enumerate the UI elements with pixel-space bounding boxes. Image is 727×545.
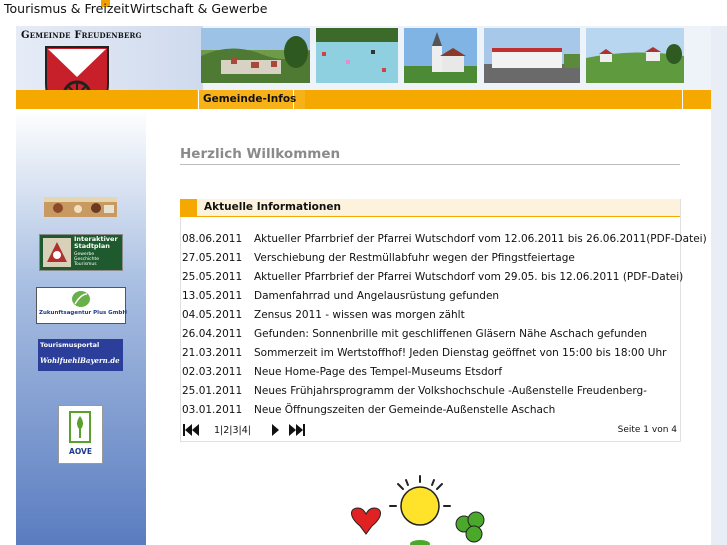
church-image [404, 28, 477, 83]
page-numbers[interactable]: 1|2|3|4| [214, 425, 251, 436]
aove-emblem-icon [69, 411, 91, 443]
page-info: Seite 1 von 4 [617, 425, 677, 435]
industrial-building-image [484, 28, 580, 83]
banner-photo-logo[interactable] [44, 197, 117, 217]
top-navigation: Tourismus & Freizeit Wirtschaft & Gewerb… [0, 0, 727, 26]
countryside-image [586, 28, 684, 83]
tourismusportal-logo[interactable]: Tourismusportal WohlfuehlBayern.de [38, 339, 123, 371]
next-page-icon[interactable] [270, 423, 280, 437]
main-menu-bar [16, 90, 711, 109]
title-divider [180, 164, 680, 165]
news-header: Aktuelle Informationen [180, 199, 680, 217]
tourismusportal-title: Tourismusportal [40, 341, 100, 349]
map-icon [43, 238, 71, 267]
news-date: 02.03.2011 [182, 366, 243, 378]
news-title: Aktuelle Informationen [204, 201, 341, 213]
village-panorama-image [201, 28, 310, 83]
zukunftsagentur-logo[interactable]: Zukunftsagentur Plus GmbH [36, 287, 127, 324]
leaf-icon [72, 291, 90, 307]
news-date: 04.05.2011 [182, 309, 243, 321]
news-date: 25.01.2011 [182, 385, 243, 397]
news-date: 21.03.2011 [182, 347, 243, 359]
menu-separator [198, 90, 199, 109]
news-link[interactable]: Sommerzeit im Wertstoffhof! Jeden Dienst… [254, 347, 666, 359]
last-page-icon[interactable] [288, 423, 306, 437]
news-date: 25.05.2011 [182, 271, 243, 283]
sun-heart-clover-illustration [351, 475, 485, 545]
news-date: 13.05.2011 [182, 290, 243, 302]
nav-tourismus-link[interactable]: Tourismus & Freizeit [4, 1, 129, 16]
news-link[interactable]: Aktueller Pfarrbrief der Pfarrei Wutschd… [254, 233, 707, 245]
news-date: 08.06.2011 [182, 233, 243, 245]
zukunftsagentur-text: Zukunftsagentur Plus GmbH [39, 310, 127, 316]
news-date: 03.01.2011 [182, 404, 243, 416]
nav-wirtschaft-link[interactable]: Wirtschaft & Gewerbe [130, 1, 267, 16]
news-link[interactable]: Neue Öffnungszeiten der Gemeinde-Außenst… [254, 404, 555, 416]
sun-icon [389, 475, 451, 526]
page-title: Herzlich Willkommen [180, 146, 341, 162]
clover-icon [455, 511, 485, 543]
news-link[interactable]: Verschiebung der Restmüllabfuhr wegen de… [254, 252, 575, 264]
right-margin [711, 26, 727, 545]
stadtplan-logo[interactable]: Interaktiver Stadtplan Gewerbe Geschicht… [39, 234, 123, 271]
municipality-title[interactable]: Gemeinde Freudenberg [21, 30, 142, 41]
swimming-pool-image [316, 28, 398, 83]
menu-separator [682, 90, 683, 109]
first-page-icon[interactable] [182, 423, 200, 437]
news-date: 26.04.2011 [182, 328, 243, 340]
news-date: 27.05.2011 [182, 252, 243, 264]
news-link[interactable]: Gefunden: Sonnenbrille mit geschliffenen… [254, 328, 647, 340]
left-margin [0, 26, 16, 545]
sidebar [16, 109, 146, 545]
aove-logo[interactable]: AOVE [58, 405, 103, 464]
aove-label: AOVE [69, 447, 92, 456]
heart-icon [351, 507, 381, 535]
menu-gemeinde-infos[interactable]: Gemeinde-Infos [203, 93, 296, 105]
news-link[interactable]: Damenfahrrad und Angelausrüstung gefunde… [254, 290, 499, 302]
news-header-marker [180, 199, 197, 216]
stadtplan-title: Interaktiver Stadtplan [74, 235, 118, 250]
stadtplan-subtitle: Gewerbe Geschichte Tourismus [74, 252, 100, 267]
news-pager: 1|2|3|4| Seite 1 von 4 [182, 423, 679, 439]
news-link[interactable]: Zensus 2011 - wissen was morgen zählt [254, 309, 465, 321]
news-link[interactable]: Neue Home-Page des Tempel-Museums Etsdor… [254, 366, 502, 378]
tourismusportal-subtitle: WohlfuehlBayern.de [40, 356, 120, 365]
news-link[interactable]: Neues Frühjahrsprogramm der Volkshochsch… [254, 385, 647, 397]
news-link[interactable]: Aktueller Pfarrbrief der Pfarrei Wutschd… [254, 271, 683, 283]
